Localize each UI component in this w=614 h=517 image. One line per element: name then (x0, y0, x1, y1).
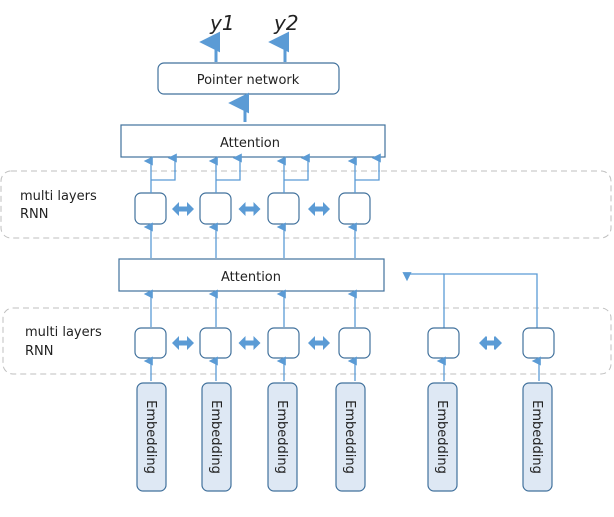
embedding-box: Embedding (267, 382, 298, 492)
bidirectional-arrow-icon (238, 336, 261, 350)
embedding-box: Embedding (335, 382, 366, 492)
rnn-bottom-label-line1: multi layers (25, 325, 102, 340)
output-y2: y2 (273, 11, 299, 35)
bidirectional-arrow-icon (172, 202, 194, 216)
rnn-top-cell (199, 192, 232, 225)
attention-top-label: Attention (220, 136, 280, 151)
embedding-label: Embedding (529, 400, 544, 474)
rnn-top-cell (338, 192, 371, 225)
embedding-label: Embedding (342, 400, 357, 474)
output-y1: y1 (209, 11, 235, 35)
rnn-bottom-label-line2: RNN (25, 344, 53, 359)
embedding-box: Embedding (201, 382, 232, 492)
rnn-top-cell (134, 192, 167, 225)
rnn-top-cell (267, 192, 300, 225)
bidirectional-arrow-icon (172, 336, 194, 350)
bidirectional-arrow-icon (308, 202, 330, 216)
question-to-attention-connector (402, 272, 538, 328)
embedding-label: Embedding (274, 400, 289, 474)
embedding-box: Embedding (136, 382, 167, 492)
embedding-label: Embedding (434, 400, 449, 474)
rnn-bottom-cell (338, 327, 371, 359)
pointer-network-label: Pointer network (197, 73, 300, 88)
rnn-bottom-cell (522, 327, 555, 359)
bidirectional-arrow-icon (479, 336, 501, 350)
rnn-bottom-cell (199, 327, 232, 359)
embedding-box: Embedding (522, 382, 553, 492)
embedding-label: Embedding (208, 400, 223, 474)
rnn-bottom-cells (134, 289, 555, 381)
rnn-top-cells (134, 153, 381, 258)
rnn-bottom-cell (267, 327, 300, 359)
rnn-group-top (0, 170, 612, 239)
rnn-group-bottom (2, 307, 612, 375)
bidirectional-arrow-icon (308, 336, 330, 350)
rnn-bottom-cell (134, 327, 167, 359)
attention-bottom-label: Attention (221, 270, 281, 285)
embedding-column: Embedding Embedding Embedding Embedding Embe… (136, 382, 553, 492)
bidirectional-arrow-icon (238, 202, 261, 216)
embedding-label: Embedding (143, 400, 158, 474)
rnn-top-label-line1: multi layers (20, 189, 97, 204)
output-arrows (199, 31, 290, 62)
embedding-box: Embedding (427, 382, 458, 492)
rnn-top-label-line2: RNN (20, 207, 48, 222)
diagram-canvas: multi layers RNN multi layers RNN y1 y2 … (0, 11, 612, 492)
rnn-bottom-cell (427, 327, 460, 359)
